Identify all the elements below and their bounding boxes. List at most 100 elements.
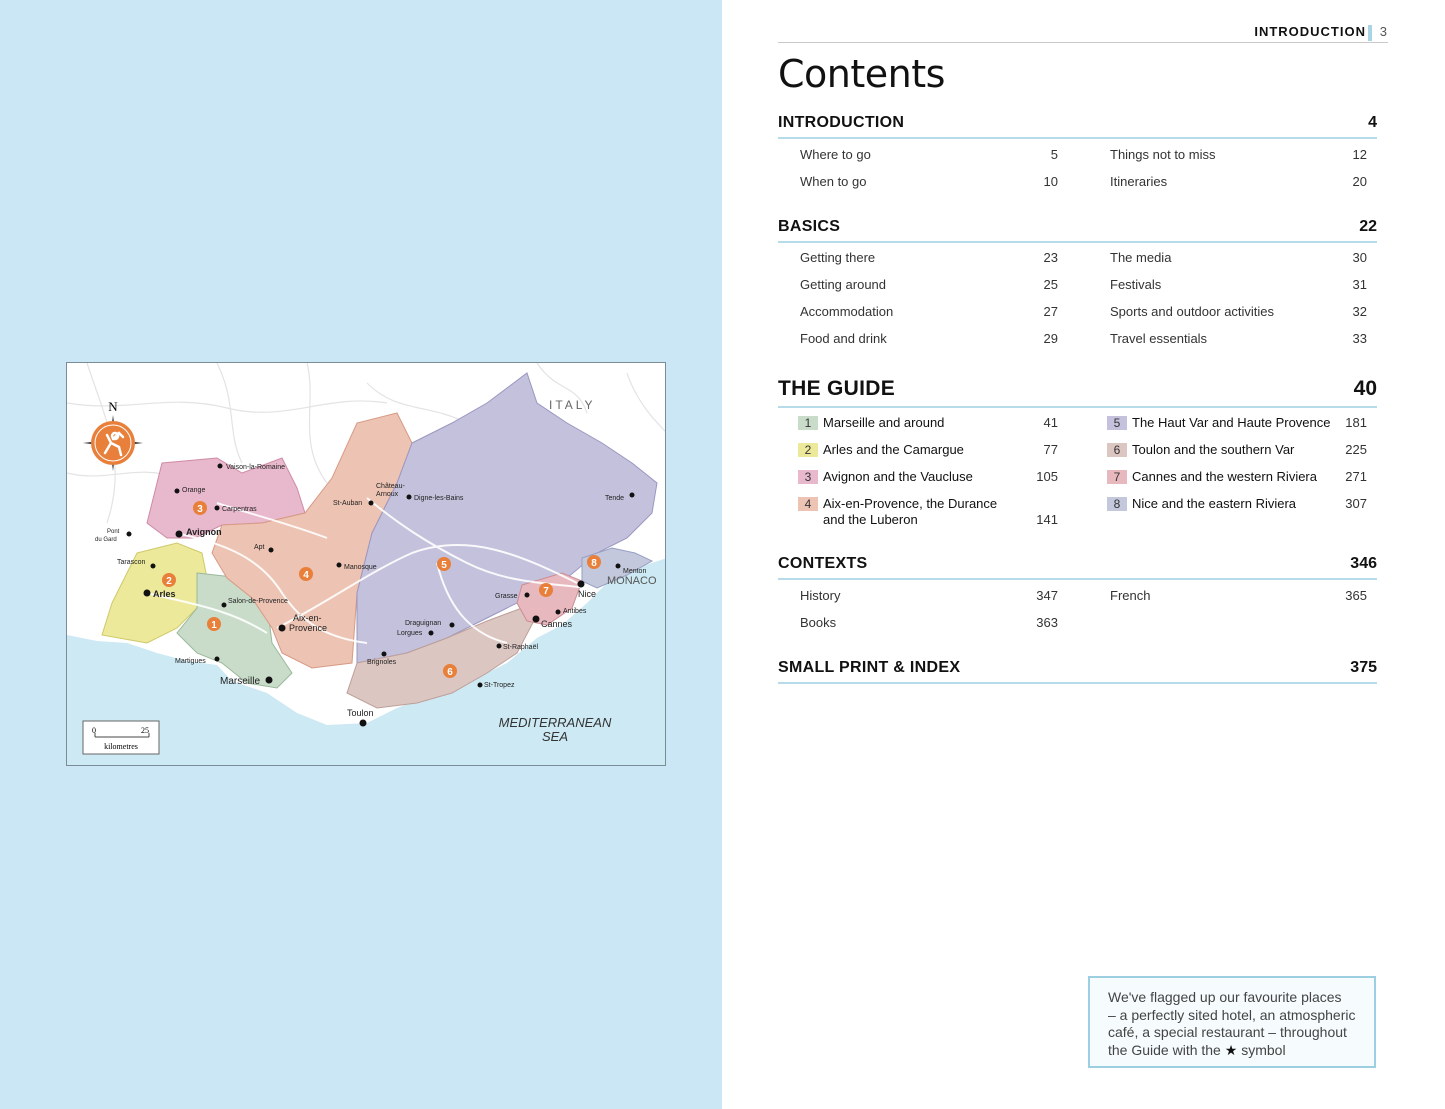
toc-page: 5: [1050, 147, 1058, 162]
marker-3: 3: [197, 504, 203, 515]
label-antibes: Antibes: [563, 608, 587, 615]
label-martigues: Martigues: [175, 658, 206, 665]
callout-text: the Guide with the: [1108, 1041, 1221, 1058]
toc-page: 41: [1043, 415, 1058, 430]
section-contexts[interactable]: CONTEXTS 346: [778, 548, 1377, 580]
toc-entry[interactable]: Festivals: [1110, 277, 1161, 292]
chapter-badge: 1: [798, 416, 818, 430]
label-digne: Digne-les-Bains: [414, 495, 464, 502]
marker-4: 4: [303, 570, 309, 581]
section-small-print[interactable]: SMALL PRINT & INDEX 375: [778, 652, 1377, 684]
toc-entry[interactable]: The media: [1110, 250, 1171, 265]
label-aix-1: Aix-en-: [293, 613, 322, 623]
label-sea-1: MEDITERRANEAN: [499, 715, 612, 730]
favourites-callout: We've flagged up our favourite places – …: [1088, 976, 1376, 1068]
label-menton: Menton: [623, 568, 646, 575]
section-page: 346: [1350, 555, 1377, 572]
label-st-auban: St-Auban: [333, 500, 362, 507]
toc-entry[interactable]: Getting there: [800, 250, 875, 265]
marker-7: 7: [543, 586, 549, 597]
marker-1: 1: [211, 620, 217, 631]
running-head-bar: [1368, 25, 1372, 41]
toc-entry[interactable]: Sports and outdoor activities: [1110, 304, 1274, 319]
toc-page: 307: [1345, 496, 1367, 511]
chapter-link[interactable]: Nice and the eastern Riviera: [1132, 496, 1296, 511]
toc-entry[interactable]: Things not to miss: [1110, 147, 1216, 162]
scale-25: 25: [141, 726, 149, 735]
label-carpentras: Carpentras: [222, 506, 257, 513]
label-salon: Salon-de-Provence: [228, 598, 288, 605]
region-map: 1 2 3 4 5 6 7 8 Vaison-la-Romaine Orange…: [66, 362, 666, 766]
toc-page: 33: [1352, 331, 1367, 346]
chapter-link[interactable]: Avignon and the Vaucluse: [823, 469, 973, 484]
section-page: 40: [1353, 377, 1377, 400]
callout-line: We've flagged up our favourite places: [1108, 989, 1342, 1005]
label-orange: Orange: [182, 487, 205, 494]
section-title: BASICS: [778, 218, 841, 235]
toc-entry[interactable]: Accommodation: [800, 304, 893, 319]
toc-page: 27: [1043, 304, 1058, 319]
toc-entry[interactable]: When to go: [800, 174, 867, 189]
label-tende: Tende: [605, 495, 624, 502]
section-basics[interactable]: BASICS 22: [778, 212, 1377, 243]
chapter-link[interactable]: Arles and the Camargue: [823, 442, 964, 457]
marker-6: 6: [447, 667, 453, 678]
toc-page: 225: [1345, 442, 1367, 457]
toc-entry[interactable]: Travel essentials: [1110, 331, 1207, 346]
section-title: INTRODUCTION: [778, 114, 905, 131]
label-brignoles: Brignoles: [367, 659, 397, 666]
chapter-link[interactable]: Aix-en-Provence, the Durance: [823, 496, 997, 511]
label-manosque: Manosque: [344, 564, 377, 571]
toc-page: 12: [1352, 147, 1367, 162]
toc-entry[interactable]: Itineraries: [1110, 174, 1167, 189]
section-page: 4: [1368, 114, 1377, 131]
chapter-link[interactable]: Toulon and the southern Var: [1132, 442, 1294, 457]
svg-text:N: N: [108, 399, 118, 414]
section-introduction[interactable]: INTRODUCTION 4: [778, 108, 1377, 139]
toc-entry[interactable]: French: [1110, 588, 1150, 603]
label-nice: Nice: [578, 589, 596, 599]
marker-2: 2: [166, 576, 172, 587]
label-chateau-2: Arnoux: [376, 491, 399, 498]
label-toulon: Toulon: [347, 708, 374, 718]
toc-entry[interactable]: Food and drink: [800, 331, 887, 346]
page-number: 3: [1379, 24, 1387, 39]
chapter-badge: 7: [1107, 470, 1127, 484]
section-guide[interactable]: THE GUIDE 40: [778, 370, 1377, 408]
toc-entry[interactable]: Books: [800, 615, 836, 630]
toc-page: 20: [1352, 174, 1367, 189]
section-page: 22: [1359, 218, 1377, 235]
toc-page: 29: [1043, 331, 1058, 346]
toc-page: 363: [1036, 615, 1058, 630]
label-cannes: Cannes: [541, 619, 573, 629]
label-aix-2: Provence: [289, 623, 327, 633]
label-sea-2: SEA: [542, 729, 568, 744]
map-svg: 1 2 3 4 5 6 7 8 Vaison-la-Romaine Orange…: [67, 363, 665, 765]
toc-page: 77: [1043, 442, 1058, 457]
label-italy: ITALY: [549, 398, 596, 412]
running-head: INTRODUCTION 3: [778, 24, 1388, 43]
chapter-link[interactable]: The Haut Var and Haute Provence: [1132, 415, 1331, 430]
toc-entry[interactable]: Getting around: [800, 277, 886, 292]
label-grasse: Grasse: [495, 593, 518, 600]
chapter-link[interactable]: Cannes and the western Riviera: [1132, 469, 1317, 484]
chapter-badge: 5: [1107, 416, 1127, 430]
section-title: SMALL PRINT & INDEX: [778, 659, 961, 676]
toc-page: 141: [1036, 512, 1058, 527]
running-head-label: INTRODUCTION: [1254, 24, 1366, 39]
toc-entry[interactable]: Where to go: [800, 147, 871, 162]
chapter-link-line2[interactable]: and the Luberon: [823, 512, 918, 527]
right-page: INTRODUCTION 3 Contents INTRODUCTION 4 W…: [722, 0, 1445, 1109]
callout-line: the Guide with the ★ symbol: [1108, 1042, 1356, 1060]
star-icon: ★: [1224, 1041, 1238, 1058]
left-page: 1 2 3 4 5 6 7 8 Vaison-la-Romaine Orange…: [0, 0, 722, 1109]
label-lorgues: Lorgues: [397, 630, 423, 637]
section-page: 375: [1350, 659, 1377, 676]
callout-line: – a perfectly sited hotel, an atmospheri…: [1108, 1006, 1356, 1023]
toc-page: 10: [1043, 174, 1058, 189]
toc-entry[interactable]: History: [800, 588, 840, 603]
label-draguignan: Draguignan: [405, 620, 441, 627]
label-monaco: MONACO: [607, 575, 657, 587]
chapter-link[interactable]: Marseille and around: [823, 415, 944, 430]
marker-8: 8: [591, 558, 597, 569]
